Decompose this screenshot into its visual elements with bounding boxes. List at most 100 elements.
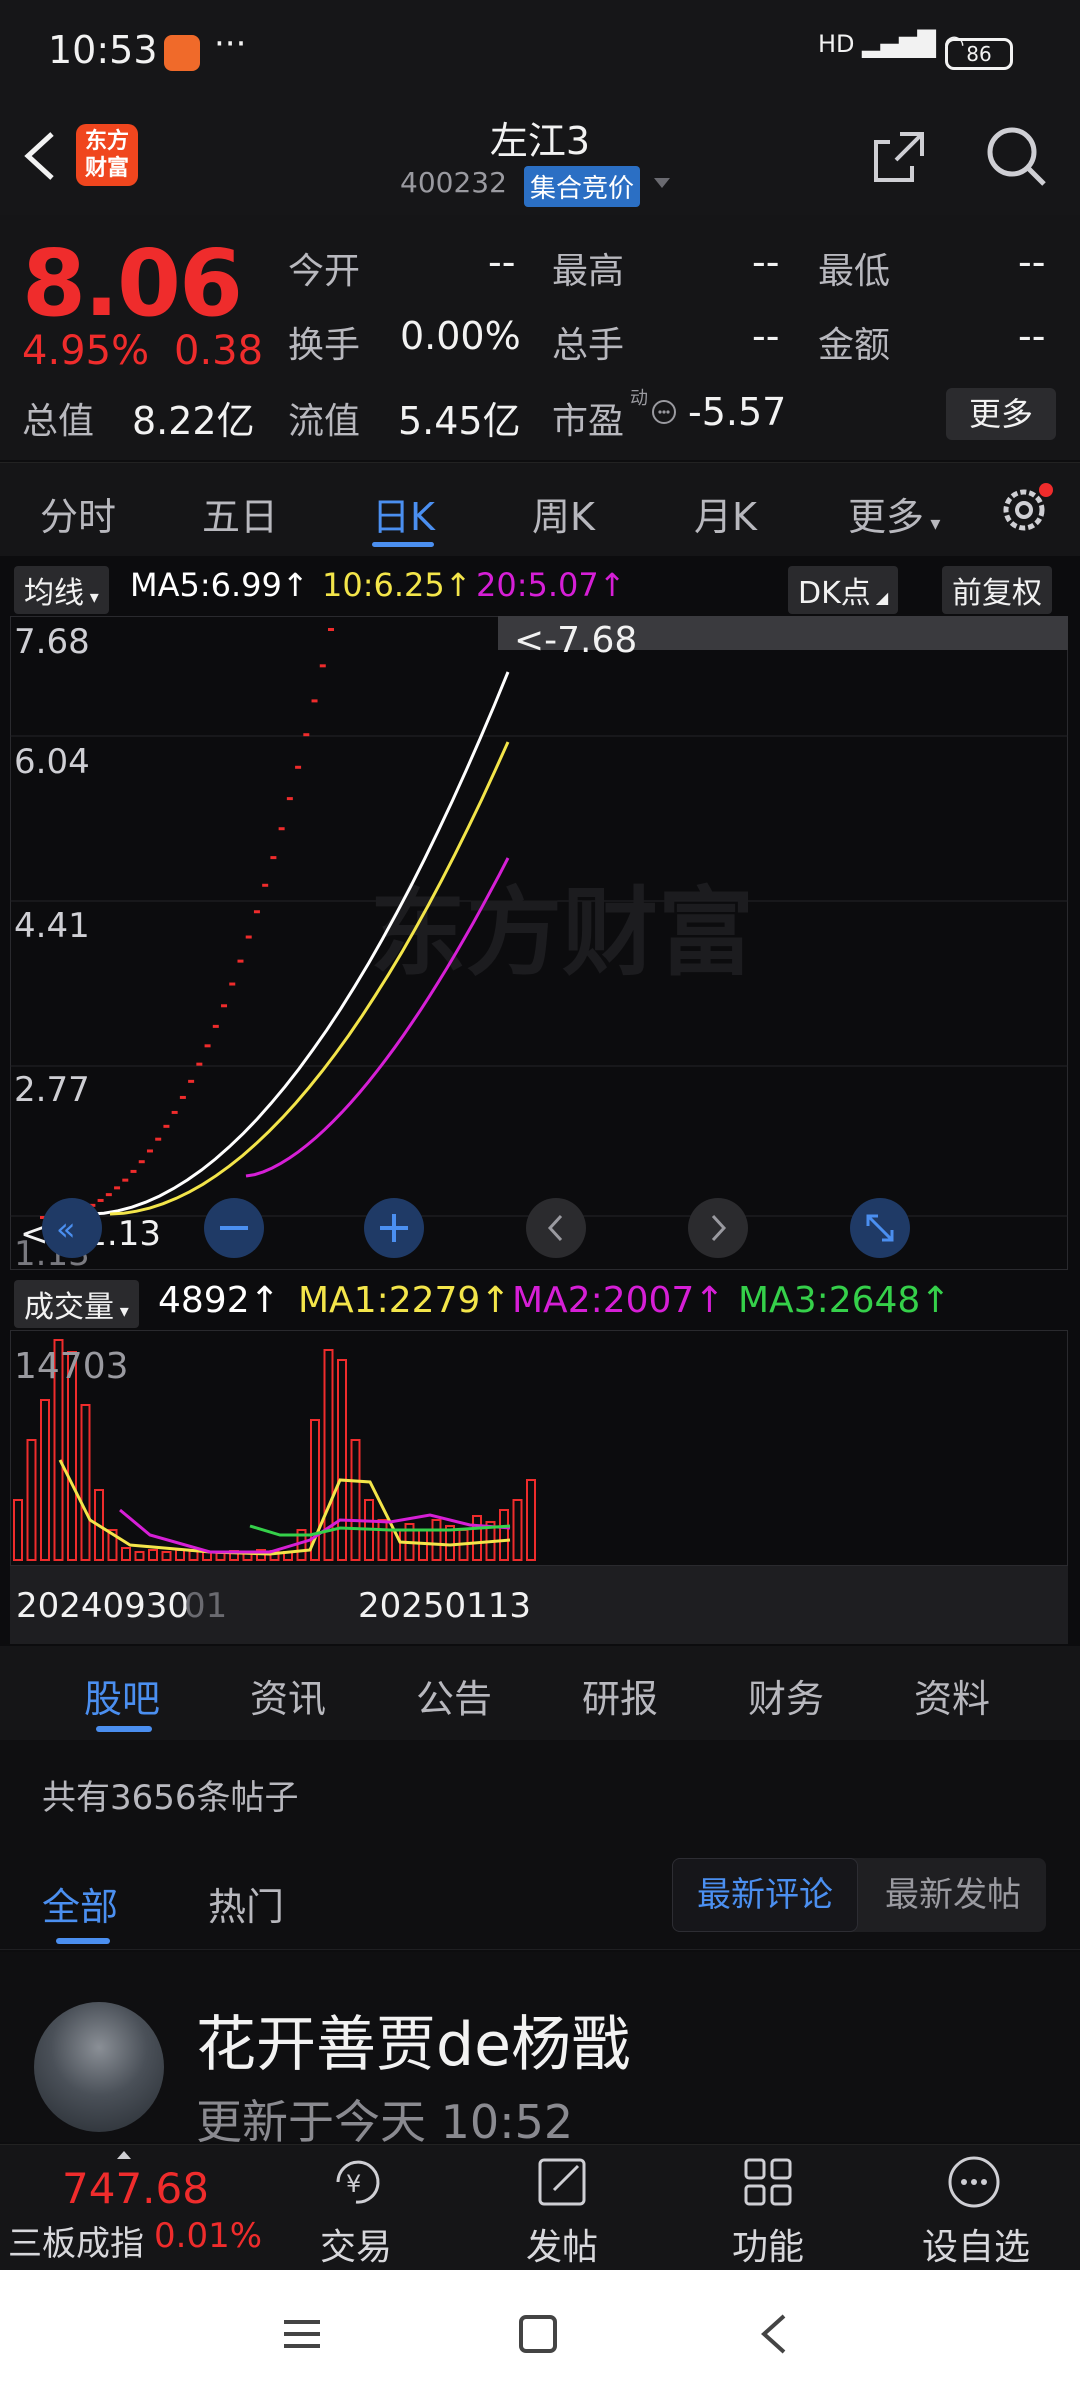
compose-icon[interactable]	[534, 2154, 594, 2210]
index-name[interactable]: 三板成指	[8, 2216, 144, 2265]
nav-add-watchlist[interactable]: 设自选	[906, 2218, 1046, 2270]
current-price: 8.06	[22, 230, 243, 337]
pe-label: 市盈	[552, 401, 625, 442]
volume-bar	[40, 1399, 50, 1561]
mktcap-value: 8.22亿	[132, 399, 255, 443]
tab-monthly-k[interactable]: 月K	[694, 486, 757, 541]
info-icon[interactable]	[650, 398, 678, 426]
apps-grid-icon[interactable]	[740, 2154, 800, 2210]
candle	[130, 1169, 137, 1173]
high-value: --	[752, 240, 780, 284]
battery-icon: 86	[945, 38, 1013, 70]
volume-value-label: 4892↑	[158, 1280, 280, 1321]
index-value[interactable]: 747.68	[62, 2164, 209, 2213]
volume-bar	[512, 1499, 523, 1561]
candle	[295, 765, 302, 769]
x-label-overlap: 01	[184, 1586, 228, 1626]
nav-functions[interactable]: 功能	[698, 2218, 838, 2270]
filter-all[interactable]: 全部	[42, 1876, 118, 1931]
nav-trade[interactable]: 交易	[286, 2218, 426, 2270]
candle	[237, 959, 244, 963]
float-label: 流值	[288, 401, 361, 442]
nav-post[interactable]: 发帖	[492, 2218, 632, 2270]
candle	[204, 1044, 211, 1048]
settings-gear-icon[interactable]	[996, 480, 1056, 540]
volume-chart[interactable]	[10, 1330, 1068, 1566]
more-quote-button[interactable]: 更多	[946, 388, 1056, 440]
trade-icon[interactable]: ¥	[324, 2154, 388, 2210]
menu-icon[interactable]	[282, 2314, 322, 2354]
ma10-label: 10:6.25↑	[322, 566, 472, 604]
candle	[146, 1149, 153, 1153]
candle	[179, 1095, 186, 1099]
candle	[253, 910, 260, 914]
volume-bar	[526, 1479, 536, 1561]
sort-latest-comment[interactable]: 最新评论	[672, 1858, 858, 1932]
search-icon[interactable]	[984, 124, 1048, 188]
volume-indicator-select[interactable]: 成交量 ▾	[14, 1280, 139, 1328]
volume-bar	[431, 1519, 442, 1561]
more-circle-icon[interactable]	[946, 2154, 1006, 2210]
tab-news[interactable]: 资讯	[250, 1668, 326, 1723]
vol-ma3-label: MA3:2648↑	[738, 1280, 951, 1321]
signal-icon: HD ▂▄▆█ ◠	[818, 30, 965, 58]
tab-daily-k[interactable]: 日K	[372, 486, 435, 541]
tab-more[interactable]: 更多 ▾	[848, 486, 940, 541]
scroll-left-far-icon[interactable]: «	[42, 1198, 102, 1258]
avatar[interactable]	[34, 2002, 164, 2132]
volume-bar	[161, 1551, 172, 1561]
sort-latest-post[interactable]: 最新发帖	[860, 1858, 1046, 1932]
open-label: 今开	[288, 251, 361, 292]
volume-bar	[215, 1552, 226, 1561]
tab-five-day[interactable]: 五日	[202, 486, 278, 541]
dk-point-button[interactable]: DK点 ◢	[788, 566, 899, 614]
mktcap-label: 总值	[22, 401, 95, 442]
candle	[212, 1024, 219, 1028]
chevron-down-icon[interactable]	[652, 176, 672, 190]
post-updated: 更新于今天 10:52	[196, 2095, 574, 2149]
status-time: 10:53	[48, 28, 158, 72]
scroll-right-icon[interactable]	[688, 1198, 748, 1258]
post-author[interactable]: 花开善贾de杨戬	[196, 1996, 631, 2083]
kline-chart[interactable]: 东方财富	[10, 616, 1068, 1270]
tab-research[interactable]: 研报	[582, 1668, 658, 1723]
tab-profile[interactable]: 资料	[914, 1668, 990, 1723]
status-bar: 10:53 ··· HD ▂▄▆█ ◠ 86	[0, 0, 1080, 105]
change-percent: 4.95%	[22, 328, 150, 374]
pe-value: -5.57	[688, 390, 787, 434]
volume-y-max: 14703	[14, 1346, 129, 1387]
auction-badge: 集合竞价	[524, 166, 641, 207]
ma20-label: 20:5.07↑	[476, 566, 626, 604]
candle	[303, 733, 310, 737]
change-amount: 0.38	[174, 328, 264, 374]
adjust-button[interactable]: 前复权	[942, 566, 1052, 614]
tab-weekly-k[interactable]: 周K	[532, 486, 595, 541]
fullscreen-icon[interactable]	[850, 1198, 910, 1258]
back-nav-icon[interactable]	[754, 2312, 794, 2356]
tab-finance[interactable]: 财务	[748, 1668, 824, 1723]
scroll-left-icon[interactable]	[526, 1198, 586, 1258]
tab-announcements[interactable]: 公告	[416, 1668, 492, 1723]
zoom-out-icon[interactable]	[204, 1198, 264, 1258]
home-icon[interactable]	[518, 2314, 558, 2354]
tab-intraday[interactable]: 分时	[40, 486, 116, 541]
stock-code: 400232	[400, 166, 507, 199]
ma-indicator-select[interactable]: 均线 ▾	[14, 566, 109, 614]
zoom-in-icon[interactable]	[364, 1198, 424, 1258]
volume-value: --	[752, 314, 780, 358]
filter-hot[interactable]: 热门	[208, 1876, 284, 1931]
volume-bar	[13, 1499, 23, 1561]
low-label: 最低	[818, 251, 891, 292]
volume-bar	[121, 1547, 131, 1561]
share-icon[interactable]	[870, 128, 928, 186]
volume-bar	[377, 1519, 388, 1561]
tab-guba[interactable]: 股吧	[84, 1668, 160, 1723]
svg-text:¥: ¥	[346, 2170, 361, 2198]
subtab-indicator	[96, 1726, 152, 1732]
volume-bar	[188, 1550, 199, 1561]
candle	[171, 1110, 178, 1114]
volume-bar	[148, 1549, 158, 1561]
volume-bar	[350, 1439, 361, 1561]
candle	[188, 1079, 195, 1083]
turnover-value: 0.00%	[400, 314, 521, 358]
